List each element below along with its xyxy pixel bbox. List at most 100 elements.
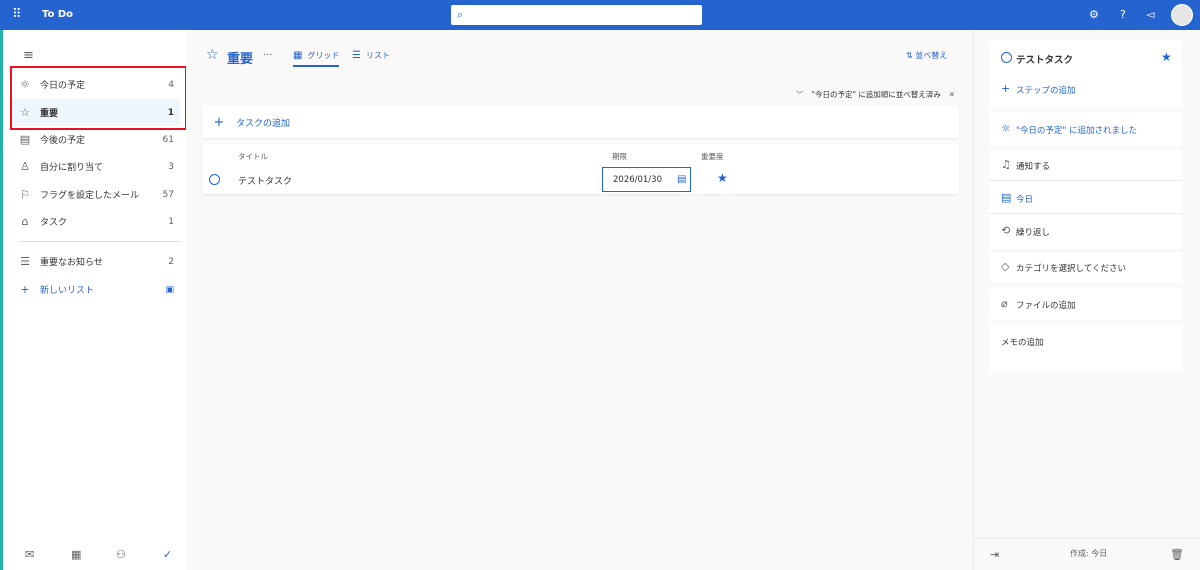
tab-list-label: リスト <box>365 51 390 60</box>
sidebar-item-label: タスク <box>40 218 68 228</box>
sidebar-item-tasks[interactable]: ⌂ タスク 1 <box>10 208 180 235</box>
tab-list[interactable]: ☰ リスト <box>352 50 390 61</box>
page-title[interactable]: 重要 <box>227 48 253 67</box>
sidebar-item-assigned[interactable]: ♙ 自分に割り当て 3 <box>10 153 180 180</box>
list-view-icon: ☰ <box>352 50 361 61</box>
add-step-button[interactable]: ステップの追加 <box>1016 84 1076 96</box>
add-task-label: タスクの追加 <box>236 118 291 129</box>
task-detail-card: テストタスク ★ + ステップの追加 <box>989 40 1182 108</box>
sort-icon: ⇅ <box>906 51 916 60</box>
trash-icon[interactable]: 🗑 <box>1170 548 1184 561</box>
avatar[interactable] <box>1171 4 1193 26</box>
sidebar-item-label: 重要なお知らせ <box>40 258 103 268</box>
help-icon[interactable]: ? <box>1120 8 1126 22</box>
complete-checkbox[interactable] <box>209 174 220 185</box>
settings-icon[interactable]: ⚙ <box>1089 8 1099 22</box>
sort-button[interactable]: ⇅ 並べ替え <box>906 50 947 61</box>
search-box[interactable]: ⌕ <box>451 5 702 25</box>
flag-icon: ⚐ <box>20 188 30 201</box>
todo-check-icon[interactable]: ✓ <box>163 548 172 561</box>
sidebar-item-count: 61 <box>162 134 174 145</box>
details-footer: ⇥ 作成: 今日 🗑 <box>974 538 1200 570</box>
mail-icon[interactable]: ✉ <box>25 548 34 561</box>
sidebar-item-label: 今後の予定 <box>40 136 86 146</box>
person-icon: ♙ <box>20 160 30 173</box>
list-icon: ☰ <box>20 255 30 268</box>
search-icon[interactable]: ⌕ <box>457 8 463 22</box>
my-day-card[interactable]: ☼ "今日の予定" に追加されました <box>989 112 1182 146</box>
reminders-card: ♫ 通知する ▤ 今日 ⟲ 繰り返し <box>989 150 1182 249</box>
sort-status-text: "今日の予定" に追加順に並べ替え済み <box>811 90 941 99</box>
new-list-button[interactable]: + 新しいリスト ▣ <box>10 276 180 303</box>
remind-me-button[interactable]: 通知する <box>1016 160 1050 172</box>
plus-icon: + <box>213 114 225 130</box>
sidebar-item-label: 自分に割り当て <box>40 163 104 173</box>
tab-grid[interactable]: ▦ グリッド <box>293 50 340 67</box>
megaphone-icon[interactable]: ◅ <box>1146 8 1154 22</box>
sidebar-footer: ✉ ▦ ⚇ ✓ <box>3 540 186 570</box>
sidebar-item-count: 1 <box>168 216 174 227</box>
close-icon[interactable]: ✕ <box>949 90 955 99</box>
calendar-app-icon[interactable]: ▦ <box>71 548 81 561</box>
divider <box>989 180 1182 181</box>
highlight-box <box>10 66 187 130</box>
sun-icon: ☼ <box>1001 122 1011 135</box>
calendar-icon: ▤ <box>19 133 31 146</box>
main-pane: ☆ 重要 ··· ▦ グリッド ☰ リスト ⇅ 並べ替え ﹀ "今日の予定" に… <box>186 30 973 570</box>
chevron-down-icon[interactable]: ﹀ <box>796 89 804 100</box>
sidebar-item-count: 57 <box>162 189 174 200</box>
people-icon[interactable]: ⚇ <box>116 548 126 561</box>
bell-icon: ♫ <box>1001 158 1011 171</box>
sidebar-item-flagged-email[interactable]: ⚐ フラグを設定したメール 57 <box>10 181 180 208</box>
app-header: ⠿ To Do ⌕ ⚙ ? ◅ <box>0 0 1200 30</box>
due-date-value: 2026/01/30 <box>613 175 662 185</box>
calendar-icon[interactable]: ▤ <box>677 174 686 185</box>
complete-checkbox[interactable] <box>1001 52 1012 63</box>
column-header-importance[interactable]: 重要度 <box>701 151 724 162</box>
calendar-icon: ▤ <box>1001 191 1012 204</box>
due-today-button[interactable]: 今日 <box>1016 193 1033 205</box>
details-pane: テストタスク ★ + ステップの追加 ☼ "今日の予定" に追加されました ♫ … <box>973 30 1200 570</box>
grid-icon: ▦ <box>293 50 303 61</box>
importance-star-icon[interactable]: ★ <box>1161 50 1172 64</box>
add-note-field[interactable]: メモの追加 <box>1001 336 1044 348</box>
new-group-icon[interactable]: ▣ <box>156 285 180 295</box>
sort-label: 並べ替え <box>915 51 948 60</box>
category-card[interactable]: ◇ カテゴリを選択してください <box>989 252 1182 282</box>
repeat-icon: ⟲ <box>1001 224 1011 237</box>
pick-category-button[interactable]: カテゴリを選択してください <box>1016 262 1126 274</box>
task-grid: タイトル 期限 重要度 テストタスク 2026/01/30 ▤ ★ <box>202 144 959 194</box>
add-file-button[interactable]: ファイルの追加 <box>1016 299 1076 311</box>
sort-status: ﹀ "今日の予定" に追加順に並べ替え済み ✕ <box>796 89 955 100</box>
tag-icon: ◇ <box>1001 260 1010 273</box>
sidebar-item-count: 2 <box>168 256 174 267</box>
note-card[interactable]: メモの追加 <box>989 324 1182 372</box>
sidebar-item-planned[interactable]: ▤ 今後の予定 61 <box>10 126 180 153</box>
column-header-title[interactable]: タイトル <box>238 151 268 162</box>
added-to-my-day[interactable]: "今日の予定" に追加されました <box>1016 124 1137 136</box>
search-input[interactable] <box>471 7 696 23</box>
more-options-button[interactable]: ··· <box>263 50 273 61</box>
paperclip-icon: ⌀ <box>1001 297 1008 310</box>
hide-pane-icon[interactable]: ⇥ <box>990 548 999 561</box>
detail-task-title[interactable]: テストタスク <box>1016 52 1073 66</box>
scrollbar[interactable] <box>1193 36 1198 566</box>
add-task-input[interactable]: + タスクの追加 <box>202 106 959 138</box>
task-title[interactable]: テストタスク <box>238 174 292 187</box>
sidebar-item-list[interactable]: ☰ 重要なお知らせ 2 <box>10 248 180 275</box>
sidebar-divider <box>19 241 181 242</box>
star-icon: ☆ <box>206 47 219 63</box>
home-icon: ⌂ <box>21 215 29 228</box>
file-card[interactable]: ⌀ ファイルの追加 <box>989 288 1182 320</box>
created-date: 作成: 今日 <box>1070 549 1108 558</box>
repeat-button[interactable]: 繰り返し <box>1016 226 1050 238</box>
column-header-due[interactable]: 期限 <box>612 151 627 162</box>
plus-icon: + <box>1001 82 1011 95</box>
hamburger-menu-icon[interactable]: ≡ <box>23 48 34 63</box>
tab-grid-label: グリッド <box>307 51 340 60</box>
due-date-field[interactable]: 2026/01/30 ▤ <box>602 167 691 192</box>
app-title[interactable]: To Do <box>42 9 73 20</box>
waffle-icon[interactable]: ⠿ <box>12 8 26 22</box>
table-row[interactable]: テストタスク 2026/01/30 ▤ ★ <box>202 166 959 192</box>
importance-star-icon[interactable]: ★ <box>717 171 728 185</box>
